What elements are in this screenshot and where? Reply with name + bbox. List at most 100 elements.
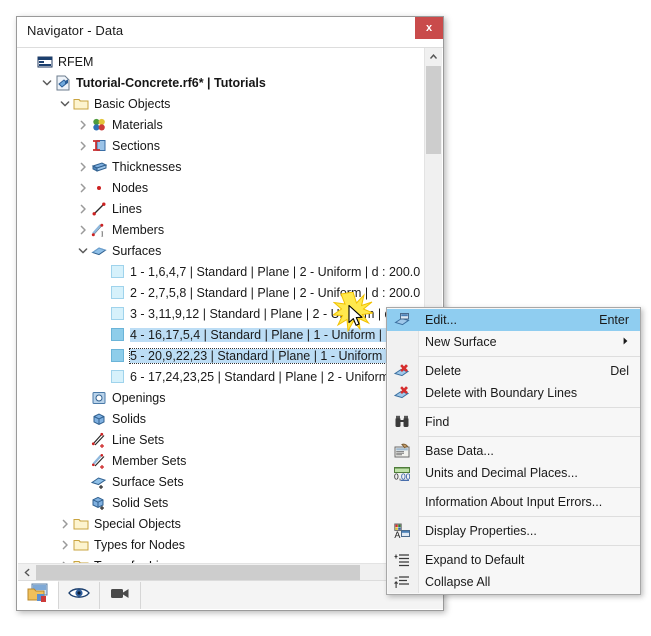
nodes-icon bbox=[90, 179, 108, 197]
context-menu[interactable]: Edit... Enter New Surface Delete Del Delete w… bbox=[386, 307, 641, 595]
svg-text:A: A bbox=[394, 530, 400, 539]
submenu-arrow-icon bbox=[623, 331, 628, 353]
tree-item-surface-sets[interactable]: Surface Sets bbox=[18, 471, 422, 492]
display-navigator-tab[interactable] bbox=[59, 581, 100, 609]
rfem-icon bbox=[36, 53, 54, 71]
views-navigator-tab[interactable] bbox=[100, 581, 141, 609]
chevron-down-icon[interactable] bbox=[58, 93, 72, 114]
surface-list-item[interactable]: 1 - 1,6,4,7 | Standard | Plane | 2 - Uni… bbox=[18, 261, 442, 282]
navigator-tree[interactable]: RFEM Tutorial-Concrete.rf6* | Tutorials Ba… bbox=[18, 48, 442, 584]
scroll-up-button[interactable] bbox=[425, 48, 442, 65]
menu-item-delete[interactable]: Delete Del bbox=[387, 360, 640, 382]
menu-item-find[interactable]: Find bbox=[387, 411, 640, 433]
chevron-down-icon[interactable] bbox=[40, 72, 54, 93]
surface-color-swatch-icon bbox=[108, 326, 126, 344]
tree-item-nodes[interactable]: Nodes bbox=[18, 177, 422, 198]
tree-item-special-objects[interactable]: Special Objects bbox=[18, 513, 422, 534]
surface-list-item[interactable]: 2 - 2,7,5,8 | Standard | Plane | 2 - Uni… bbox=[18, 282, 442, 303]
chevron-right-icon[interactable] bbox=[76, 198, 90, 219]
tree-item-label: Materials bbox=[112, 117, 163, 132]
menu-item-collapse-all[interactable]: Collapse All bbox=[387, 571, 640, 593]
chevron-right-icon[interactable] bbox=[76, 177, 90, 198]
menu-item-label: Units and Decimal Places... bbox=[425, 466, 578, 480]
tree-item-solid-sets[interactable]: Solid Sets bbox=[18, 492, 422, 513]
member-sets-icon bbox=[90, 452, 108, 470]
menu-item-delete-with-boundary-lines[interactable]: Delete with Boundary Lines bbox=[387, 382, 640, 404]
close-button[interactable]: x bbox=[415, 17, 443, 39]
tree-item-openings[interactable]: Openings bbox=[18, 387, 422, 408]
menu-item-label: Expand to Default bbox=[425, 553, 525, 567]
surface-color-swatch-icon bbox=[108, 305, 126, 323]
tree-item-line-sets[interactable]: Line Sets bbox=[18, 429, 422, 450]
chevron-right-icon[interactable] bbox=[58, 513, 72, 534]
navigator-tabs-toolbar bbox=[18, 580, 443, 609]
menu-item-label: Display Properties... bbox=[425, 524, 537, 538]
tree-item-label: Basic Objects bbox=[94, 96, 171, 111]
surface-list-item[interactable]: 4 - 16,17,5,4 | Standard | Plane | 1 - U… bbox=[18, 324, 442, 345]
tree-item-lines[interactable]: Lines bbox=[18, 198, 422, 219]
menu-item-new-surface[interactable]: New Surface bbox=[387, 331, 640, 353]
tree-item-members[interactable]: I Members bbox=[18, 219, 422, 240]
chevron-right-icon[interactable] bbox=[76, 219, 90, 240]
horizontal-scrollbar[interactable] bbox=[18, 563, 443, 581]
solids-icon bbox=[90, 410, 108, 428]
menu-item-information-about-input-errors[interactable]: Information About Input Errors... bbox=[387, 491, 640, 513]
tree-item-solids[interactable]: Solids bbox=[18, 408, 422, 429]
tree-item-surfaces[interactable]: Surfaces bbox=[18, 240, 422, 261]
chevron-right-icon[interactable] bbox=[76, 114, 90, 135]
tree-item-label: Surfaces bbox=[112, 243, 162, 258]
expand-icon bbox=[387, 549, 417, 571]
surface-color-swatch-icon bbox=[108, 263, 126, 281]
chevron-right-icon[interactable] bbox=[76, 135, 90, 156]
tree-item-label: Member Sets bbox=[112, 453, 187, 468]
folder-icon bbox=[72, 95, 90, 113]
tree-item-rfem[interactable]: RFEM bbox=[18, 51, 422, 72]
data-navigator-icon bbox=[27, 583, 49, 608]
lines-icon bbox=[90, 200, 108, 218]
tree-item-sections[interactable]: Sections bbox=[18, 135, 422, 156]
surface-list-item[interactable]: 6 - 17,24,23,25 | Standard | Plane | 2 -… bbox=[18, 366, 442, 387]
menu-separator bbox=[418, 407, 640, 408]
chevron-right-icon[interactable] bbox=[58, 534, 72, 555]
tree-item-label: Nodes bbox=[112, 180, 149, 195]
menu-item-label: Information About Input Errors... bbox=[425, 495, 603, 509]
menu-separator bbox=[418, 545, 640, 546]
surface-color-swatch-icon bbox=[108, 284, 126, 302]
units-icon: 0, 00 bbox=[387, 462, 417, 484]
menu-item-units-and-decimal-places[interactable]: 0, 00 Units and Decimal Places... bbox=[387, 462, 640, 484]
menu-item-edit[interactable]: Edit... Enter bbox=[387, 309, 640, 331]
window-title: Navigator - Data bbox=[27, 23, 124, 38]
navigator-window: Navigator - Data x RFEM Tutorial-Concrete… bbox=[16, 16, 444, 611]
menu-separator bbox=[418, 356, 640, 357]
horizontal-scroll-thumb[interactable] bbox=[36, 565, 360, 580]
tree-item-label: Thicknesses bbox=[112, 159, 182, 174]
tree-item-basic-objects[interactable]: Basic Objects bbox=[18, 93, 422, 114]
tree-item-tutorial-concrete-rf6-tutorials[interactable]: Tutorial-Concrete.rf6* | Tutorials bbox=[18, 72, 422, 93]
tree-item-types-for-nodes[interactable]: Types for Nodes bbox=[18, 534, 422, 555]
svg-text:I: I bbox=[101, 230, 104, 238]
surface-list-item[interactable]: 5 - 20,9,22,23 | Standard | Plane | 1 - … bbox=[18, 345, 442, 366]
folder-icon bbox=[72, 536, 90, 554]
menu-separator bbox=[418, 436, 640, 437]
tree-item-member-sets[interactable]: Member Sets bbox=[18, 450, 422, 471]
surface-list-item[interactable]: 3 - 3,11,9,12 | Standard | Plane | 2 - U… bbox=[18, 303, 442, 324]
tree-item-materials[interactable]: Materials bbox=[18, 114, 422, 135]
window-titlebar: Navigator - Data x bbox=[17, 17, 443, 48]
chevron-down-icon[interactable] bbox=[76, 240, 90, 261]
surface-color-swatch-icon bbox=[108, 347, 126, 365]
chevron-right-icon[interactable] bbox=[76, 156, 90, 177]
menu-item-base-data[interactable]: Base Data... bbox=[387, 440, 640, 462]
base-data-icon bbox=[387, 440, 417, 462]
scroll-left-button[interactable] bbox=[18, 564, 35, 581]
menu-item-expand-to-default[interactable]: Expand to Default bbox=[387, 549, 640, 571]
data-navigator-tab[interactable] bbox=[18, 581, 59, 609]
vertical-scroll-thumb[interactable] bbox=[426, 66, 441, 154]
menu-item-display-properties[interactable]: A Display Properties... bbox=[387, 520, 640, 542]
tree-item-thicknesses[interactable]: Thicknesses bbox=[18, 156, 422, 177]
screen: Navigator - Data x RFEM Tutorial-Concrete… bbox=[0, 0, 651, 636]
